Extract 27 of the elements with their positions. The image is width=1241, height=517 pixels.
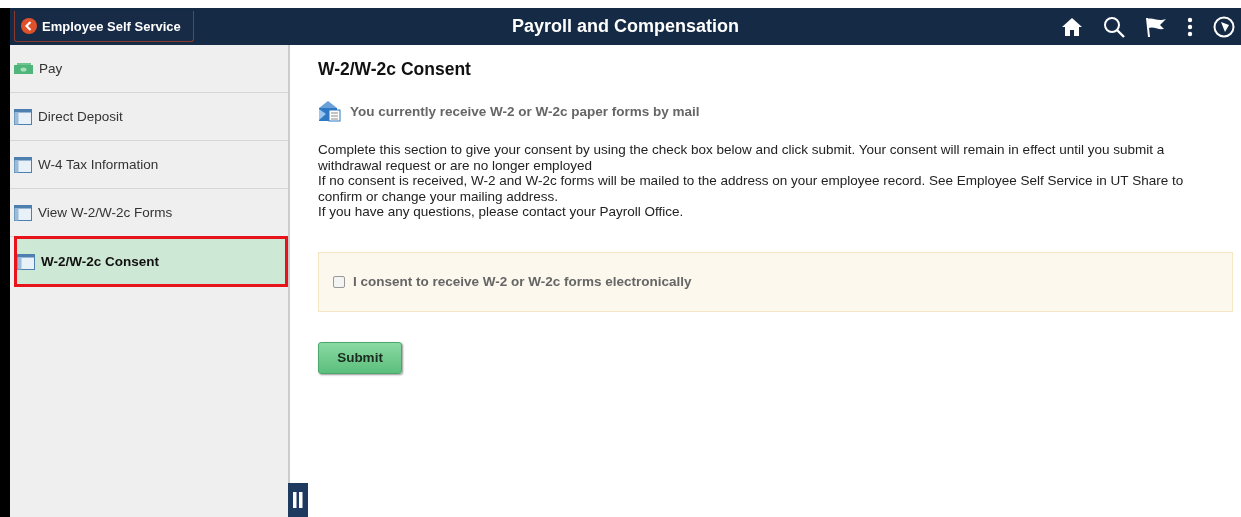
- page-icon: [14, 204, 32, 221]
- back-icon: [21, 18, 37, 34]
- back-button[interactable]: Employee Self Service: [14, 11, 194, 42]
- info-paragraph: If no consent is received, W-2 and W-2c forms will be mailed to the address on your employee record. See Employee Self Service in UT Share to confirm or change your mailing address.: [318, 173, 1185, 204]
- consent-checkbox[interactable]: [333, 275, 345, 288]
- pause-icon[interactable]: [288, 483, 308, 517]
- sidebar-item[interactable]: W-2/W-2c Consent: [14, 236, 288, 287]
- info-paragraph: If you have any questions, please contact your Payroll Office.: [318, 204, 685, 220]
- info-paragraph: Complete this section to give your consent by using the check box below and click submit. Your consent will remain in effect until you submit a withdrawal request or are no longer employed: [318, 142, 1166, 173]
- page-icon: [14, 156, 32, 173]
- sidebar-item[interactable]: Direct Deposit: [10, 93, 288, 141]
- search-icon[interactable]: [1103, 15, 1125, 38]
- home-icon[interactable]: [1061, 16, 1083, 37]
- sidebar-item[interactable]: Pay: [10, 45, 288, 93]
- flag-icon[interactable]: [1145, 15, 1167, 38]
- more-icon[interactable]: [1187, 16, 1193, 37]
- mail-icon: [318, 100, 342, 122]
- submit-button[interactable]: Submit: [318, 341, 402, 374]
- compass-icon[interactable]: [1213, 15, 1235, 38]
- page-title: Payroll and Compensation: [511, 16, 739, 36]
- consent-label[interactable]: I consent to receive W-2 or W-2c forms electronically: [353, 274, 692, 289]
- sidebar-item[interactable]: W-4 Tax Information: [10, 141, 288, 189]
- section-heading: W-2/W-2c Consent: [318, 59, 472, 80]
- money-icon: [14, 63, 33, 74]
- page-icon: [14, 108, 32, 125]
- page-icon: [17, 253, 35, 270]
- notice-text: You currently receive W-2 or W-2c paper forms by mail: [350, 103, 700, 119]
